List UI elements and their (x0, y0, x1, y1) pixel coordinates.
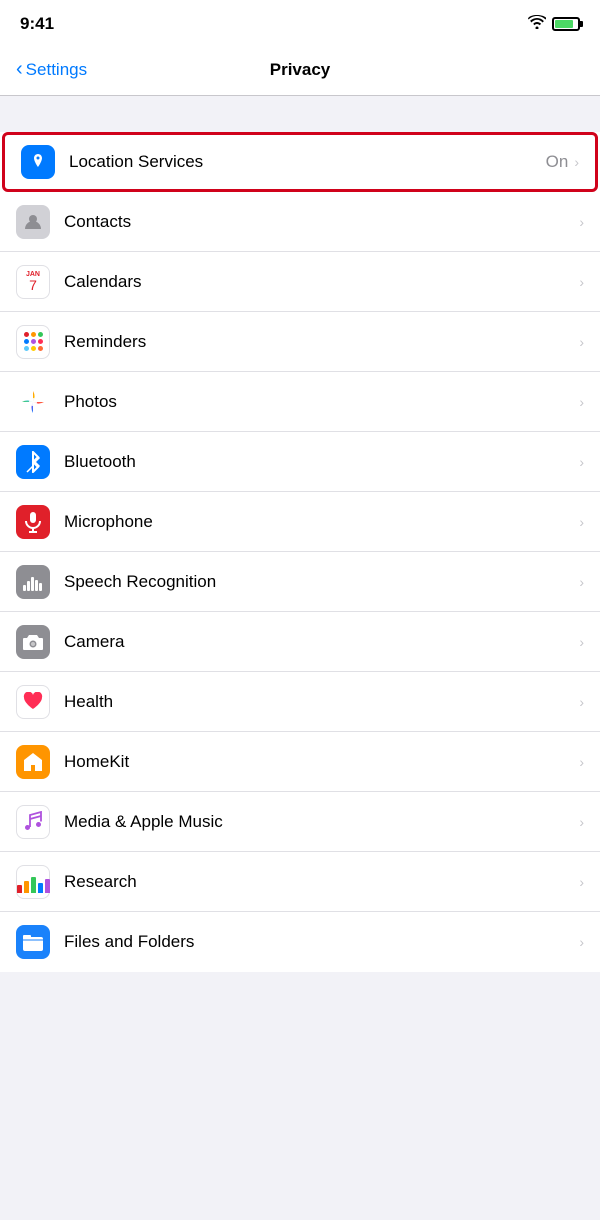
list-item-microphone[interactable]: Microphone› (0, 492, 600, 552)
chevron-icon-photos: › (579, 394, 584, 410)
chevron-icon-media-apple-music: › (579, 814, 584, 830)
icon-microphone (16, 505, 50, 539)
icon-camera (16, 625, 50, 659)
chevron-icon-research: › (579, 874, 584, 890)
chevron-icon-homekit: › (579, 754, 584, 770)
icon-research (16, 865, 50, 899)
icon-health (16, 685, 50, 719)
list-item-contacts[interactable]: Contacts› (0, 192, 600, 252)
list-item-photos[interactable]: Photos› (0, 372, 600, 432)
list-item-media-apple-music[interactable]: Media & Apple Music› (0, 792, 600, 852)
icon-calendars: JAN 7 (16, 265, 50, 299)
list-item-camera[interactable]: Camera› (0, 612, 600, 672)
icon-files-and-folders (16, 925, 50, 959)
label-bluetooth: Bluetooth (64, 452, 579, 472)
label-reminders: Reminders (64, 332, 579, 352)
back-chevron-icon: ‹ (16, 58, 23, 81)
chevron-icon-contacts: › (579, 214, 584, 230)
label-media-apple-music: Media & Apple Music (64, 812, 579, 832)
list-item-location-services[interactable]: Location ServicesOn › (2, 132, 598, 192)
value-location-services: On (546, 152, 569, 172)
battery-icon (552, 17, 580, 31)
list-item-files-and-folders[interactable]: Files and Folders› (0, 912, 600, 972)
section-separator (0, 96, 600, 132)
chevron-icon-reminders: › (579, 334, 584, 350)
list-item-reminders[interactable]: Reminders› (0, 312, 600, 372)
back-label: Settings (26, 60, 87, 80)
wifi-icon (528, 15, 546, 34)
label-microphone: Microphone (64, 512, 579, 532)
status-icons (528, 15, 580, 34)
list-item-bluetooth[interactable]: Bluetooth› (0, 432, 600, 492)
label-calendars: Calendars (64, 272, 579, 292)
nav-bar: ‹ Settings Privacy (0, 44, 600, 96)
icon-location-services (21, 145, 55, 179)
label-location-services: Location Services (69, 152, 546, 172)
chevron-icon-microphone: › (579, 514, 584, 530)
icon-speech-recognition (16, 565, 50, 599)
list-item-homekit[interactable]: HomeKit› (0, 732, 600, 792)
label-photos: Photos (64, 392, 579, 412)
icon-contacts (16, 205, 50, 239)
privacy-list: Location ServicesOn› Contacts› JAN 7 Cal… (0, 132, 600, 972)
label-files-and-folders: Files and Folders (64, 932, 579, 952)
chevron-icon-location-services: › (574, 154, 579, 170)
label-contacts: Contacts (64, 212, 579, 232)
list-item-research[interactable]: Research› (0, 852, 600, 912)
chevron-icon-files-and-folders: › (579, 934, 584, 950)
list-item-calendars[interactable]: JAN 7 Calendars› (0, 252, 600, 312)
icon-media-apple-music (16, 805, 50, 839)
list-item-speech-recognition[interactable]: Speech Recognition› (0, 552, 600, 612)
status-bar: 9:41 (0, 0, 600, 44)
status-time: 9:41 (20, 14, 54, 34)
page-title: Privacy (270, 60, 331, 80)
icon-photos (16, 385, 50, 419)
battery-fill (555, 20, 573, 28)
chevron-icon-bluetooth: › (579, 454, 584, 470)
icon-bluetooth (16, 445, 50, 479)
icon-reminders (16, 325, 50, 359)
chevron-icon-speech-recognition: › (579, 574, 584, 590)
label-homekit: HomeKit (64, 752, 579, 772)
label-speech-recognition: Speech Recognition (64, 572, 579, 592)
label-health: Health (64, 692, 579, 712)
list-item-health[interactable]: Health› (0, 672, 600, 732)
chevron-icon-health: › (579, 694, 584, 710)
label-research: Research (64, 872, 579, 892)
back-button[interactable]: ‹ Settings (16, 58, 87, 81)
label-camera: Camera (64, 632, 579, 652)
chevron-icon-camera: › (579, 634, 584, 650)
icon-homekit (16, 745, 50, 779)
chevron-icon-calendars: › (579, 274, 584, 290)
